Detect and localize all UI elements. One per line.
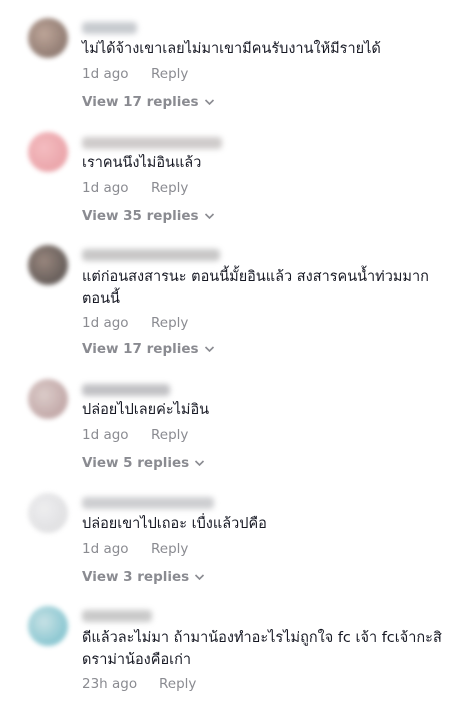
comment-text: ปล่อยไปเลยค่ะไม่อิน [82, 402, 210, 418]
username[interactable] [82, 22, 137, 34]
view-replies-label: View 5 replies [82, 455, 190, 471]
view-replies-label: View 3 replies [82, 569, 190, 585]
comment-text: เราคนนึงไม่อินแล้ว [82, 155, 202, 171]
chevron-down-icon [194, 569, 205, 585]
reply-button[interactable]: Reply [151, 541, 188, 557]
comment-time: 1d ago [82, 66, 129, 82]
avatar[interactable] [28, 379, 68, 419]
chevron-down-icon [204, 341, 215, 357]
comment-time: 1d ago [82, 315, 129, 331]
username[interactable] [82, 137, 222, 149]
username[interactable] [82, 249, 220, 261]
view-replies-button[interactable]: View 17 replies [82, 341, 215, 357]
username[interactable] [82, 610, 152, 622]
comment-meta: 1d ago Reply [82, 315, 188, 331]
comment-meta: 1d ago Reply [82, 427, 188, 443]
comment-meta: 1d ago Reply [82, 180, 188, 196]
comment-meta: 1d ago Reply [82, 541, 188, 557]
avatar[interactable] [28, 132, 68, 172]
view-replies-button[interactable]: View 35 replies [82, 208, 215, 224]
avatar[interactable] [28, 493, 68, 533]
chevron-down-icon [204, 94, 215, 110]
view-replies-button[interactable]: View 3 replies [82, 569, 205, 585]
view-replies-label: View 17 replies [82, 94, 199, 110]
view-replies-label: View 35 replies [82, 208, 199, 224]
comment-meta: 23h ago Reply [82, 676, 196, 692]
view-replies-label: View 17 replies [82, 341, 199, 357]
reply-button[interactable]: Reply [159, 676, 196, 692]
reply-button[interactable]: Reply [151, 180, 188, 196]
comment-time: 1d ago [82, 427, 129, 443]
comment-time: 1d ago [82, 541, 129, 557]
comment-text: ปล่อยเขาไปเถอะ เบื่งแล้วปคือ [82, 516, 267, 532]
reply-button[interactable]: Reply [151, 315, 188, 331]
comment-text: แต่ก่อนสงสารนะ ตอนนี้มั้ยอินแล้ว สงสารคน… [82, 269, 429, 307]
chevron-down-icon [204, 208, 215, 224]
comment-text: ไม่ได้จ้างเขาเลยไม่มาเขามีคนรับงานให้มีร… [82, 41, 381, 57]
reply-button[interactable]: Reply [151, 66, 188, 82]
avatar[interactable] [28, 606, 68, 646]
view-replies-button[interactable]: View 5 replies [82, 455, 205, 471]
comment-meta: 1d ago Reply [82, 66, 188, 82]
view-replies-button[interactable]: View 17 replies [82, 94, 215, 110]
avatar[interactable] [28, 18, 68, 58]
comment-time: 23h ago [82, 676, 138, 692]
chevron-down-icon [194, 455, 205, 471]
reply-button[interactable]: Reply [151, 427, 188, 443]
comment-time: 1d ago [82, 180, 129, 196]
username[interactable] [82, 384, 170, 396]
avatar[interactable] [28, 245, 68, 285]
comment-text: ดีแล้วละไม่มา ถ้ามาน้องทำอะไรไม่ถูกใจ fc… [82, 630, 442, 668]
username[interactable] [82, 497, 214, 509]
